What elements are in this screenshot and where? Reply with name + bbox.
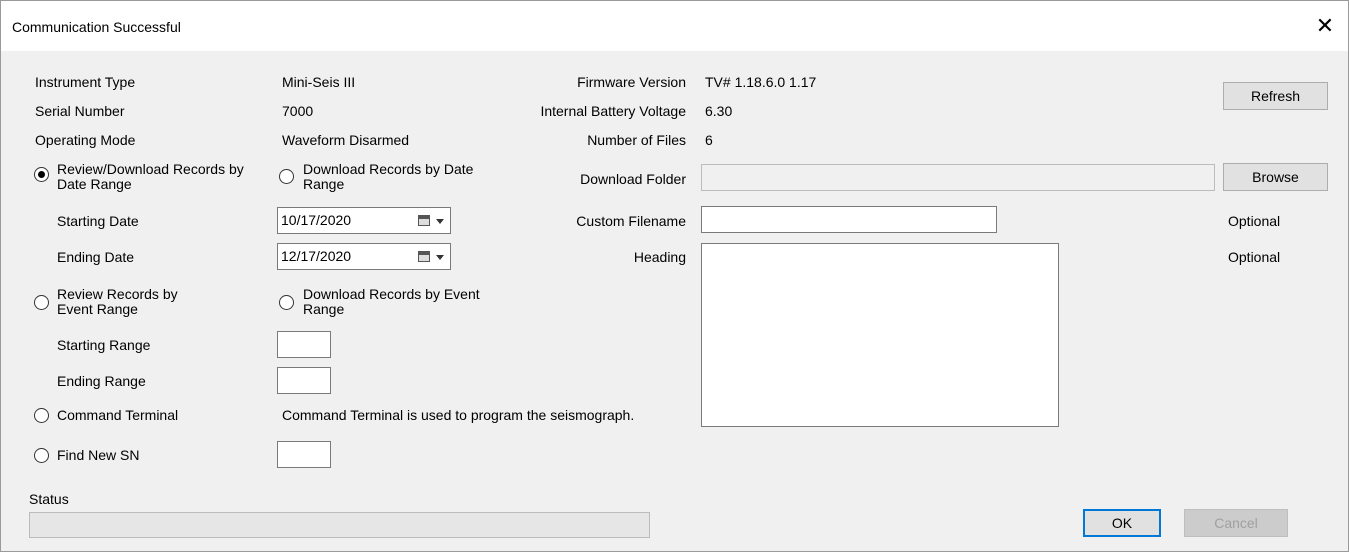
title-bar: Communication Successful ✕: [1, 1, 1348, 51]
starting-date-label: Starting Date: [57, 213, 139, 229]
calendar-icon[interactable]: [418, 215, 430, 226]
radio-review-by-event-label: Review Records by Event Range: [57, 286, 178, 317]
serial-number-value: 7000: [282, 103, 314, 119]
dropdown-arrow-icon[interactable]: [436, 255, 444, 260]
starting-range-label: Starting Range: [57, 337, 151, 353]
number-of-files-value: 6: [705, 132, 713, 148]
serial-number-label: Serial Number: [35, 103, 125, 119]
calendar-icon[interactable]: [418, 251, 430, 262]
ending-range-label: Ending Range: [57, 373, 146, 389]
starting-range-input[interactable]: [277, 331, 331, 358]
instrument-type-value: Mini-Seis III: [282, 74, 356, 90]
ok-button[interactable]: OK: [1083, 509, 1161, 537]
close-icon[interactable]: ✕: [1302, 1, 1348, 51]
ending-range-input[interactable]: [277, 367, 331, 394]
ending-date-label: Ending Date: [57, 249, 135, 265]
number-of-files-label: Number of Files: [587, 132, 686, 148]
ending-date-picker[interactable]: 12/17/2020: [277, 243, 451, 270]
heading-label: Heading: [633, 249, 686, 265]
window-title: Communication Successful: [12, 19, 181, 35]
radio-find-new-sn-circle[interactable]: [34, 448, 49, 463]
find-new-sn-input[interactable]: [277, 441, 331, 468]
status-progress-bar: [29, 512, 650, 538]
heading-textarea[interactable]: [701, 243, 1059, 427]
radio-download-by-event-circle[interactable]: [279, 295, 294, 310]
custom-filename-label: Custom Filename: [576, 213, 686, 229]
browse-button[interactable]: Browse: [1223, 163, 1328, 191]
firmware-version-label: Firmware Version: [577, 74, 686, 90]
radio-review-by-date-circle[interactable]: [34, 167, 49, 182]
radio-command-terminal-label: Command Terminal: [57, 407, 179, 423]
firmware-version-value: TV# 1.18.6.0 1.17: [705, 74, 817, 90]
radio-review-by-event-circle[interactable]: [34, 295, 49, 310]
radio-find-new-sn-label: Find New SN: [57, 447, 140, 463]
starting-date-picker[interactable]: 10/17/2020: [277, 207, 451, 234]
radio-command-terminal-circle[interactable]: [34, 408, 49, 423]
battery-voltage-value: 6.30: [705, 103, 733, 119]
dropdown-arrow-icon[interactable]: [436, 219, 444, 224]
dialog-window: Communication Successful ✕ Instrument Ty…: [0, 0, 1349, 552]
cancel-button[interactable]: Cancel: [1184, 509, 1288, 537]
instrument-type-label: Instrument Type: [35, 74, 136, 90]
radio-download-by-date-label: Download Records by Date Range: [303, 161, 474, 192]
status-label: Status: [29, 491, 69, 507]
battery-voltage-label: Internal Battery Voltage: [540, 103, 686, 119]
command-terminal-note: Command Terminal is used to program the …: [282, 407, 635, 423]
starting-date-value: 10/17/2020: [281, 212, 352, 228]
radio-review-by-date-label: Review/Download Records by Date Range: [57, 161, 244, 192]
ending-date-value: 12/17/2020: [281, 248, 352, 264]
download-folder-input[interactable]: [701, 164, 1215, 191]
download-folder-label: Download Folder: [580, 171, 686, 187]
radio-download-by-date-circle[interactable]: [279, 169, 294, 184]
radio-download-by-event-label: Download Records by Event Range: [303, 286, 480, 317]
custom-filename-optional-hint: Optional: [1228, 213, 1281, 229]
operating-mode-value: Waveform Disarmed: [282, 132, 410, 148]
heading-optional-hint: Optional: [1228, 249, 1281, 265]
refresh-button[interactable]: Refresh: [1223, 82, 1328, 110]
custom-filename-input[interactable]: [701, 206, 997, 233]
operating-mode-label: Operating Mode: [35, 132, 136, 148]
